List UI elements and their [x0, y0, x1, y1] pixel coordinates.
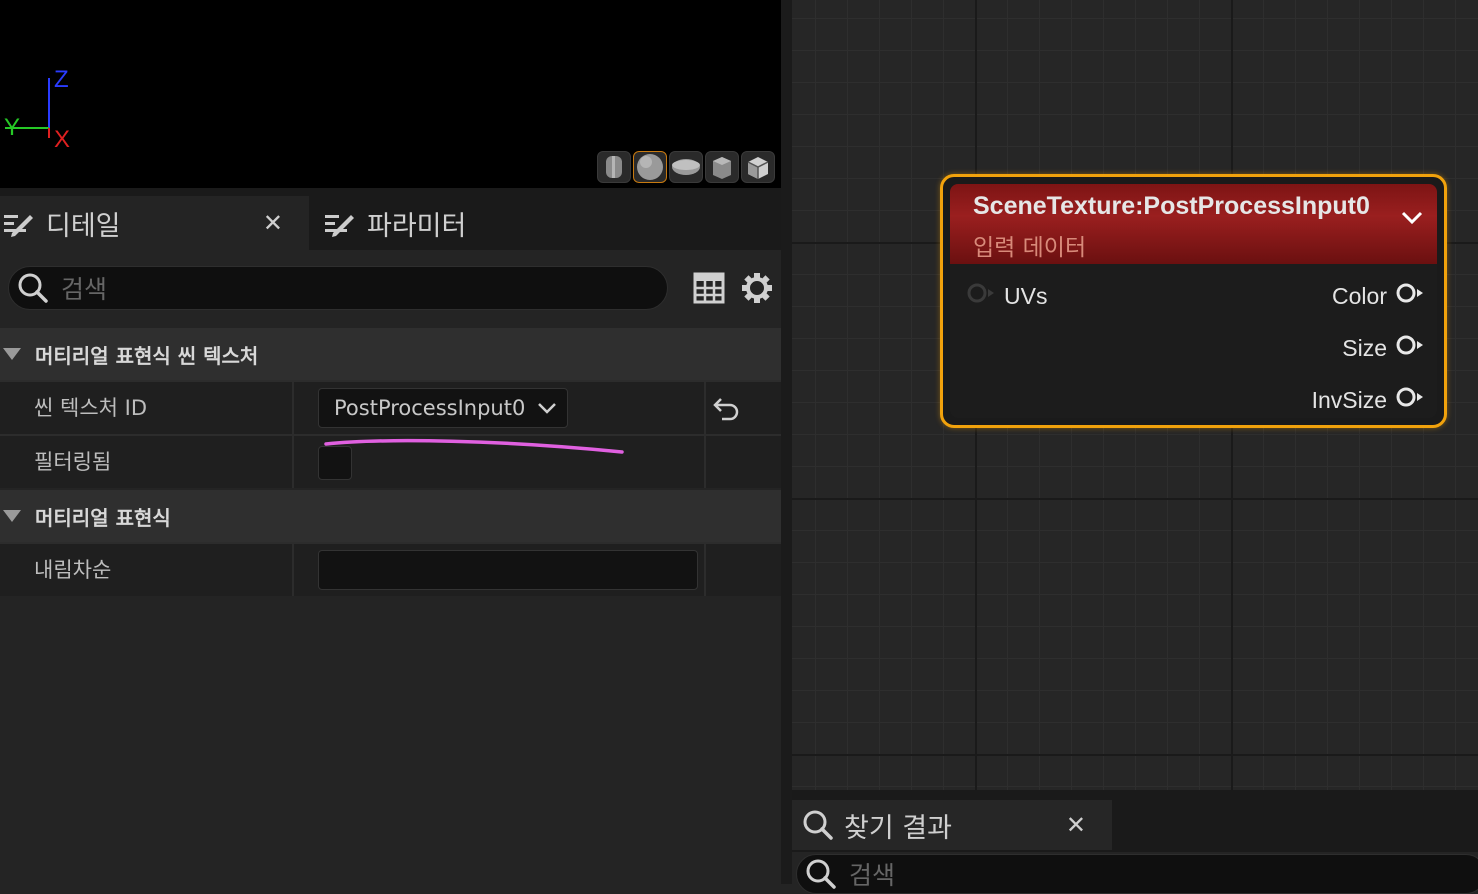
find-search-input[interactable]: 검색: [796, 854, 1478, 894]
input-pin-icon[interactable]: [966, 282, 996, 310]
table-view-icon[interactable]: [693, 272, 725, 304]
details-tab-bar: 디테일 ✕ 파라미터: [0, 188, 781, 250]
tab-parameters-label: 파라미터: [367, 210, 467, 242]
node-header[interactable]: SceneTexture:PostProcessInput0 입력 데이터: [950, 184, 1437, 264]
edit-icon: [323, 207, 355, 239]
close-icon[interactable]: ✕: [263, 209, 283, 237]
node-pin-row: UVs Color: [950, 276, 1437, 316]
reset-to-default-icon[interactable]: [710, 396, 742, 422]
tab-details[interactable]: 디테일 ✕: [0, 196, 309, 250]
panel-divider[interactable]: [781, 0, 792, 884]
tab-parameters[interactable]: 파라미터: [309, 196, 559, 250]
close-icon[interactable]: ✕: [1066, 811, 1086, 839]
desc-text-input[interactable]: [318, 550, 698, 590]
details-toolbar: 검색: [0, 250, 781, 326]
preview-shape-toolbar: [597, 151, 775, 185]
search-placeholder: 검색: [849, 861, 896, 890]
axis-z-label: Z: [54, 66, 69, 93]
collapse-arrow-icon: [3, 510, 21, 522]
category-material-expression[interactable]: 머티리얼 표현식: [0, 490, 781, 542]
search-icon: [805, 858, 837, 890]
tab-find-results-label: 찾기 결과: [844, 812, 952, 844]
category-scene-texture[interactable]: 머티리얼 표현식 씬 텍스처: [0, 328, 781, 380]
axis-y-label: Y: [4, 114, 21, 141]
axis-gizmo: Z Y X: [0, 60, 90, 160]
details-search-input[interactable]: 검색: [8, 266, 668, 310]
node-pin-row: InvSize: [950, 380, 1437, 418]
property-name: 내림차순: [34, 558, 112, 582]
category-title: 머티리얼 표현식 씬 텍스처: [35, 343, 259, 368]
combo-value: PostProcessInput0: [334, 396, 526, 420]
scene-texture-node[interactable]: SceneTexture:PostProcessInput0 입력 데이터 UV…: [940, 174, 1447, 428]
output-pin-icon[interactable]: [1395, 334, 1425, 362]
output-pin-label: Size: [1342, 334, 1387, 361]
plane-icon[interactable]: [669, 151, 703, 183]
search-icon: [17, 272, 49, 304]
search-icon: [802, 809, 834, 841]
edit-icon: [2, 207, 34, 239]
output-pin-label: InvSize: [1311, 386, 1387, 413]
find-results-body: 검색: [792, 852, 1478, 894]
category-title: 머티리얼 표현식: [35, 505, 171, 530]
axis-x-label: X: [54, 126, 71, 153]
property-row-desc: 내림차순: [0, 542, 781, 596]
chevron-down-icon[interactable]: [1401, 210, 1423, 230]
find-results-panel: 찾기 결과 ✕ 검색: [792, 790, 1478, 894]
output-pin-label: Color: [1332, 282, 1387, 309]
details-panel: 디테일 ✕ 파라미터 검색 머티리얼 표현식 씬 텍스처 씬 텍스처 ID Po…: [0, 188, 781, 884]
node-subtitle: 입력 데이터: [973, 235, 1087, 261]
output-pin-icon[interactable]: [1395, 282, 1425, 310]
output-pin-icon[interactable]: [1395, 386, 1425, 414]
node-pin-row: Size: [950, 328, 1437, 368]
tab-find-results[interactable]: 찾기 결과 ✕: [792, 800, 1112, 850]
collapse-arrow-icon: [3, 348, 21, 360]
property-name: 필터링됨: [34, 450, 112, 474]
cube-icon[interactable]: [705, 151, 739, 183]
input-pin-label: UVs: [1004, 282, 1048, 309]
tab-details-label: 디테일: [46, 210, 121, 242]
teapot-icon[interactable]: [741, 151, 775, 183]
annotation-stroke: [324, 438, 624, 454]
scene-texture-id-combo[interactable]: PostProcessInput0: [318, 388, 568, 428]
search-placeholder: 검색: [61, 275, 108, 304]
gear-icon[interactable]: [741, 272, 773, 304]
chevron-down-icon: [537, 396, 557, 420]
sphere-icon[interactable]: [633, 151, 667, 183]
property-row-scene-texture-id: 씬 텍스처 ID PostProcessInput0: [0, 380, 781, 434]
node-title: SceneTexture:PostProcessInput0: [973, 192, 1370, 220]
property-name: 씬 텍스처 ID: [34, 396, 147, 420]
cylinder-icon[interactable]: [597, 151, 631, 183]
material-preview-viewport[interactable]: Z Y X: [0, 0, 781, 188]
